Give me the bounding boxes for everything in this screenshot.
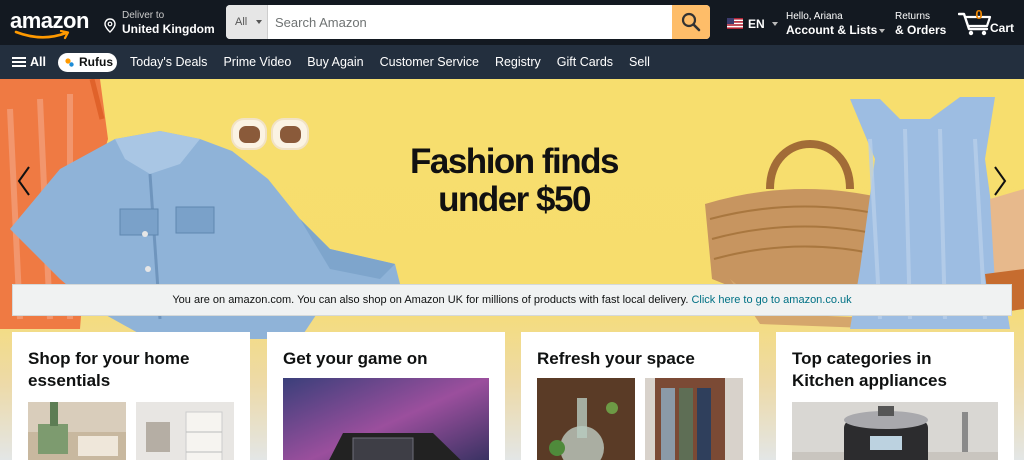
search-input[interactable] <box>268 5 672 39</box>
account-greeting: Hello, Ariana <box>786 11 843 22</box>
cart-label: Cart <box>990 21 1015 35</box>
hero-banner[interactable]: Fashion finds under $50 You are on amazo… <box>0 79 1024 460</box>
product-image[interactable] <box>645 378 743 460</box>
hero-headline-line1: Fashion finds <box>410 142 620 181</box>
returns-orders[interactable]: Returns & Orders <box>895 11 946 37</box>
card-title: Get your game on <box>283 349 428 368</box>
product-image[interactable] <box>136 402 234 460</box>
card-home-essentials[interactable]: Shop for your home essentials <box>12 332 250 460</box>
deliver-to[interactable]: Deliver to United Kingdom <box>104 10 216 38</box>
subnav-link-gift-cards[interactable]: Gift Cards <box>557 55 613 69</box>
card-images <box>28 402 234 460</box>
language-code: EN <box>748 17 765 31</box>
orders-label: & Orders <box>895 23 947 37</box>
search-icon <box>681 12 701 32</box>
locale-notice: You are on amazon.com. You can also shop… <box>12 284 1012 316</box>
card-image[interactable] <box>283 378 489 460</box>
location-pin-icon <box>104 18 116 33</box>
subnav-link-buy-again[interactable]: Buy Again <box>307 55 363 69</box>
subnav-links: Today's Deals Prime Video Buy Again Cust… <box>130 55 666 69</box>
locale-notice-text: You are on amazon.com. You can also shop… <box>172 294 689 306</box>
subnav-link-customer-service[interactable]: Customer Service <box>380 55 479 69</box>
chevron-down-icon <box>256 20 262 24</box>
top-nav: amazon Deliver to United Kingdom All Sea… <box>0 0 1024 45</box>
search-bar: All <box>226 5 710 39</box>
chevron-right-icon[interactable] <box>990 163 1010 199</box>
smile-icon <box>14 30 70 40</box>
card-kitchen-appliances[interactable]: Top categories in Kitchen appliances <box>776 332 1014 460</box>
hero-headline-line2: under $50 <box>438 180 591 219</box>
card-title: Top categories in Kitchen appliances <box>792 349 947 390</box>
rufus-icon <box>65 58 74 67</box>
subnav-link-sell[interactable]: Sell <box>629 55 650 69</box>
us-flag-icon <box>727 18 743 29</box>
chevron-down-icon <box>879 28 886 33</box>
chevron-down-icon <box>772 22 778 26</box>
amazon-logo[interactable]: amazon <box>10 6 92 40</box>
card-title: Refresh your space <box>537 349 695 368</box>
cart-button[interactable]: 0 Cart <box>958 6 1018 40</box>
deliver-location: United Kingdom <box>122 22 215 36</box>
card-image[interactable] <box>792 402 998 460</box>
search-category-dropdown[interactable]: All <box>226 5 268 39</box>
returns-label: Returns <box>895 11 931 22</box>
search-button[interactable] <box>672 5 710 39</box>
subnav-link-prime-video[interactable]: Prime Video <box>223 55 291 69</box>
subnav-link-todays-deals[interactable]: Today's Deals <box>130 55 207 69</box>
account-menu[interactable]: Hello, Ariana Account & Lists <box>786 11 886 37</box>
cart-count: 0 <box>975 7 983 22</box>
chevron-left-icon[interactable] <box>14 163 34 199</box>
search-category-label: All <box>235 16 248 28</box>
deliver-label: Deliver to <box>122 10 165 21</box>
product-image[interactable] <box>28 402 126 460</box>
card-refresh-space[interactable]: Refresh your space <box>521 332 759 460</box>
rufus-button[interactable]: Rufus <box>58 53 117 72</box>
secondary-nav: All Rufus Today's Deals Prime Video Buy … <box>0 45 1024 79</box>
locale-notice-link[interactable]: Click here to go to amazon.co.uk <box>691 294 851 306</box>
hamburger-icon <box>12 57 26 67</box>
hero-headline: Fashion finds under $50 <box>380 143 648 219</box>
subnav-link-registry[interactable]: Registry <box>495 55 541 69</box>
account-label: Account & Lists <box>786 23 878 37</box>
card-images <box>537 378 743 460</box>
card-title: Shop for your home essentials <box>28 349 190 390</box>
all-label: All <box>30 55 46 69</box>
card-gaming[interactable]: Get your game on <box>267 332 505 460</box>
rufus-label: Rufus <box>79 55 113 69</box>
product-image[interactable] <box>537 378 635 460</box>
